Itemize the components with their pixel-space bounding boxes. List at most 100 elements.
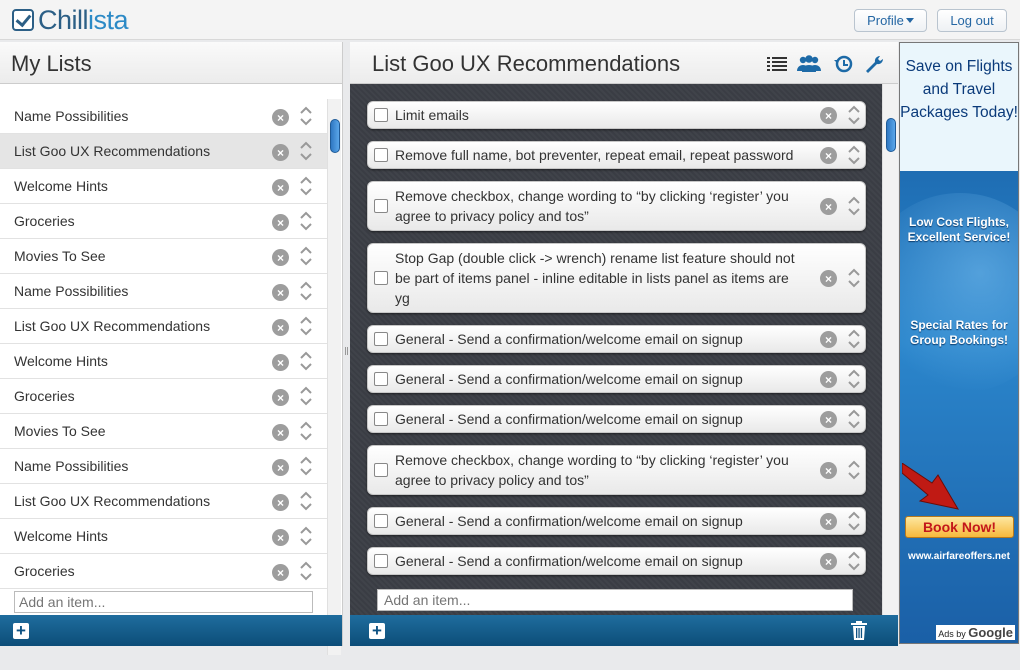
item-card[interactable]: Stop Gap (double click -> wrench) rename… <box>367 243 866 313</box>
list-row[interactable]: List Goo UX Recommendations × <box>0 484 327 519</box>
item-checkbox[interactable] <box>374 108 388 122</box>
item-checkbox[interactable] <box>374 332 388 346</box>
list-row[interactable]: List Goo UX Recommendations × <box>0 134 327 169</box>
list-row[interactable]: Name Possibilities × <box>0 274 327 309</box>
delete-list-icon[interactable]: × <box>272 319 289 336</box>
list-row[interactable]: List Goo UX Recommendations × <box>0 309 327 344</box>
item-card[interactable]: General - Send a confirmation/welcome em… <box>367 547 866 575</box>
list-row[interactable]: Welcome Hints × <box>0 519 327 554</box>
reorder-arrows-icon[interactable] <box>298 105 314 127</box>
delete-item-icon[interactable]: × <box>820 107 837 124</box>
list-row[interactable]: Groceries × <box>0 204 327 239</box>
reorder-arrows-icon[interactable] <box>298 175 314 197</box>
list-row[interactable]: Welcome Hints × <box>0 169 327 204</box>
item-checkbox[interactable] <box>374 514 388 528</box>
item-checkbox[interactable] <box>374 554 388 568</box>
delete-item-icon[interactable]: × <box>820 371 837 388</box>
delete-list-icon[interactable]: × <box>272 249 289 266</box>
reorder-arrows-icon[interactable] <box>298 350 314 372</box>
reorder-arrows-icon[interactable] <box>298 455 314 477</box>
item-checkbox[interactable] <box>374 148 388 162</box>
reorder-arrows-icon[interactable] <box>298 420 314 442</box>
add-list-plus-icon[interactable]: + <box>13 622 29 639</box>
delete-list-icon[interactable]: × <box>272 144 289 161</box>
reorder-arrows-icon[interactable] <box>846 510 862 532</box>
delete-item-icon[interactable]: × <box>820 513 837 530</box>
panel-splitter[interactable] <box>343 42 350 646</box>
ads-by-google[interactable]: Ads by Google <box>936 625 1015 640</box>
item-checkbox[interactable] <box>374 463 388 477</box>
ad-url[interactable]: www.airfareoffers.net <box>900 551 1018 562</box>
profile-button[interactable]: Profile <box>854 9 927 32</box>
logout-button[interactable]: Log out <box>937 9 1007 32</box>
reorder-arrows-icon[interactable] <box>298 245 314 267</box>
list-row[interactable]: Welcome Hints × <box>0 344 327 379</box>
items-scroll-thumb[interactable] <box>886 118 896 152</box>
delete-item-icon[interactable]: × <box>820 553 837 570</box>
reorder-arrows-icon[interactable] <box>846 408 862 430</box>
list-row[interactable]: Movies To See × <box>0 239 327 274</box>
reorder-arrows-icon[interactable] <box>846 144 862 166</box>
app-logo[interactable]: Chill ista <box>12 5 129 35</box>
list-row[interactable]: Groceries × <box>0 379 327 414</box>
delete-list-icon[interactable]: × <box>272 354 289 371</box>
add-item-input[interactable] <box>377 589 853 611</box>
list-row[interactable]: Name Possibilities × <box>0 99 327 134</box>
item-card[interactable]: General - Send a confirmation/welcome em… <box>367 325 866 353</box>
item-checkbox[interactable] <box>374 271 388 285</box>
reorder-arrows-icon[interactable] <box>298 280 314 302</box>
item-card[interactable]: General - Send a confirmation/welcome em… <box>367 365 866 393</box>
reorder-arrows-icon[interactable] <box>298 560 314 582</box>
delete-list-icon[interactable]: × <box>272 494 289 511</box>
add-item-plus-icon[interactable]: + <box>369 622 385 639</box>
reorder-arrows-icon[interactable] <box>846 104 862 126</box>
settings-wrench-icon[interactable] <box>863 54 885 74</box>
delete-list-icon[interactable]: × <box>272 564 289 581</box>
list-row[interactable]: Groceries × <box>0 554 327 589</box>
delete-item-icon[interactable]: × <box>820 270 837 287</box>
reorder-arrows-icon[interactable] <box>846 459 862 481</box>
reorder-arrows-icon[interactable] <box>846 328 862 350</box>
delete-item-icon[interactable]: × <box>820 198 837 215</box>
delete-list-icon[interactable]: × <box>272 459 289 476</box>
reorder-arrows-icon[interactable] <box>298 525 314 547</box>
item-card[interactable]: Remove full name, bot preventer, repeat … <box>367 141 866 169</box>
ad-book-now-button[interactable]: Book Now! <box>905 516 1014 538</box>
reorder-arrows-icon[interactable] <box>846 267 862 289</box>
delete-item-icon[interactable]: × <box>820 411 837 428</box>
delete-list-icon[interactable]: × <box>272 389 289 406</box>
item-checkbox[interactable] <box>374 412 388 426</box>
item-card[interactable]: Limit emails × <box>367 101 866 129</box>
item-card[interactable]: General - Send a confirmation/welcome em… <box>367 507 866 535</box>
list-view-icon[interactable] <box>766 54 788 74</box>
reorder-arrows-icon[interactable] <box>298 315 314 337</box>
trash-icon[interactable] <box>851 621 867 640</box>
reorder-arrows-icon[interactable] <box>846 195 862 217</box>
delete-item-icon[interactable]: × <box>820 462 837 479</box>
reorder-arrows-icon[interactable] <box>298 385 314 407</box>
delete-list-icon[interactable]: × <box>272 424 289 441</box>
share-users-icon[interactable] <box>796 54 822 74</box>
delete-item-icon[interactable]: × <box>820 331 837 348</box>
delete-item-icon[interactable]: × <box>820 147 837 164</box>
reorder-arrows-icon[interactable] <box>846 550 862 572</box>
delete-list-icon[interactable]: × <box>272 284 289 301</box>
delete-list-icon[interactable]: × <box>272 214 289 231</box>
history-icon[interactable] <box>833 54 855 74</box>
advertisement[interactable]: Save on Flights and Travel Packages Toda… <box>899 42 1019 644</box>
delete-list-icon[interactable]: × <box>272 529 289 546</box>
reorder-arrows-icon[interactable] <box>298 490 314 512</box>
item-card[interactable]: Remove checkbox, change wording to “by c… <box>367 181 866 231</box>
reorder-arrows-icon[interactable] <box>298 210 314 232</box>
lists-scrollbar[interactable] <box>327 99 341 655</box>
item-card[interactable]: Remove checkbox, change wording to “by c… <box>367 445 866 495</box>
add-list-input[interactable] <box>14 591 313 613</box>
list-row[interactable]: Name Possibilities × <box>0 449 327 484</box>
delete-list-icon[interactable]: × <box>272 109 289 126</box>
list-row[interactable]: Movies To See × <box>0 414 327 449</box>
items-scrollbar[interactable] <box>882 84 898 615</box>
lists-scroll-thumb[interactable] <box>330 119 340 153</box>
item-checkbox[interactable] <box>374 199 388 213</box>
item-checkbox[interactable] <box>374 372 388 386</box>
delete-list-icon[interactable]: × <box>272 179 289 196</box>
